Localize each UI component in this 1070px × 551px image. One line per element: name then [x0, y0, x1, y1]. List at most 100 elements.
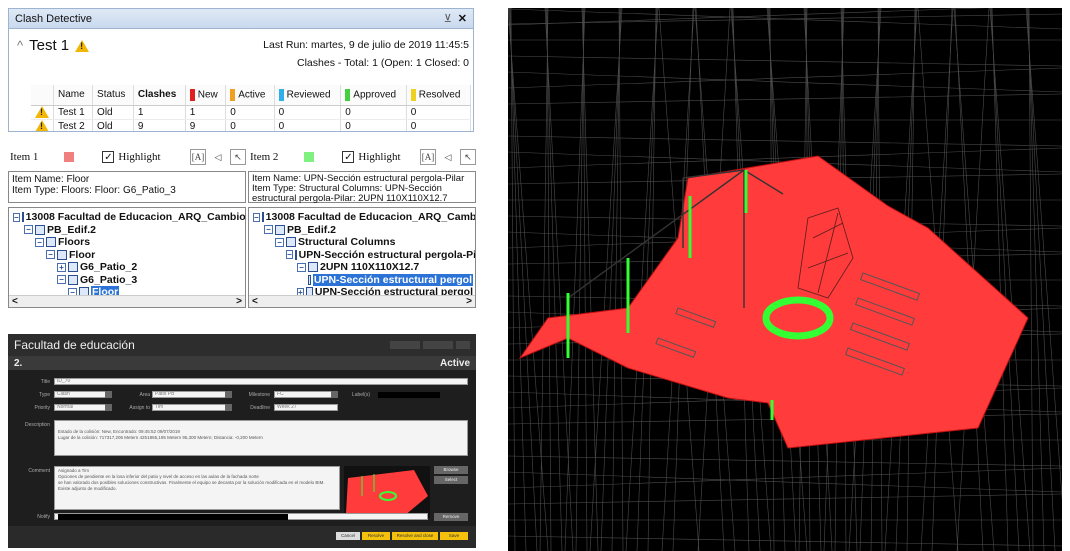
column-label: Clashes: [137, 89, 177, 101]
description-field[interactable]: Estado de la colisión: New, Encontrado: …: [54, 420, 468, 456]
cell-approved: 0: [340, 105, 407, 120]
back-icon[interactable]: ◁: [440, 149, 456, 165]
collapse-icon[interactable]: −: [253, 212, 260, 222]
model-render[interactable]: [508, 8, 1062, 551]
tree-folder-icon: [275, 224, 285, 235]
item1-label: Item 1: [10, 151, 39, 163]
item2-hscroll[interactable]: < >: [249, 295, 475, 307]
tree-node[interactable]: − PB_Edif.2: [251, 224, 473, 237]
save-button[interactable]: Save: [440, 532, 468, 540]
row-icon-cell: [31, 105, 54, 120]
expand-icon[interactable]: +: [57, 262, 66, 272]
tree-node[interactable]: −13008 Facultad de Educacion_ARQ_CambioS…: [11, 211, 246, 224]
checkbox-icon[interactable]: ✓: [342, 151, 355, 163]
tree-node-label: 2UPN 110X110X12.7: [320, 261, 420, 273]
table-row[interactable]: Test 2Old990000: [31, 119, 472, 131]
milestone-select[interactable]: FC: [274, 391, 338, 398]
collapse-icon[interactable]: ^: [17, 38, 23, 53]
chevron-down-icon[interactable]: [225, 404, 232, 411]
type-label: Type: [39, 392, 50, 398]
table-row[interactable]: Test 1Old110000: [31, 105, 472, 120]
3d-viewport[interactable]: [508, 8, 1062, 551]
labels-label: Label(s): [351, 392, 370, 398]
tree-node-label: UPN-Sección estructural pergola-Pila: [298, 248, 476, 261]
zoom-selection-icon[interactable]: [A]: [420, 149, 436, 165]
deadline-field[interactable]: Week 27: [274, 404, 338, 411]
warning-icon: [75, 39, 90, 52]
description-line: Lugar de la colisión: 717317,206 Metern …: [58, 435, 263, 440]
resolve-and-close-button[interactable]: Resolve and close: [392, 532, 438, 540]
tree-node[interactable]: + G6_Patio_2: [11, 261, 243, 274]
pointer-icon[interactable]: ↖: [230, 149, 246, 165]
scroll-right-icon[interactable]: >: [466, 296, 472, 307]
tree-folder-icon: [286, 237, 296, 248]
column-header-resolved[interactable]: Resolved: [406, 85, 472, 106]
scroll-left-icon[interactable]: <: [252, 296, 258, 307]
pin-icon[interactable]: ⊻: [444, 12, 452, 25]
tree-node[interactable]: − PB_Edif.2: [11, 224, 243, 237]
column-header-new[interactable]: New: [185, 85, 227, 106]
title-field[interactable]: ID_70: [54, 378, 468, 385]
column-header-reviewed[interactable]: Reviewed: [274, 85, 342, 106]
select-button[interactable]: Select: [434, 476, 468, 484]
column-header-clashes[interactable]: Clashes: [133, 85, 186, 106]
column-header-approved[interactable]: Approved: [340, 85, 407, 106]
last-run-label: Last Run: martes, 9 de julio de 2019 11:…: [263, 39, 469, 51]
chevron-down-icon[interactable]: [331, 391, 338, 398]
pointer-icon[interactable]: ↖: [460, 149, 476, 165]
cancel-button[interactable]: Cancel: [336, 532, 360, 540]
tree-node-label: 13008 Facultad de Educacion_ARQ_CambioSu…: [25, 211, 246, 223]
tree-node[interactable]: − Floors: [11, 236, 243, 249]
remove-button[interactable]: Remove: [434, 513, 468, 521]
checkbox-icon[interactable]: ✓: [102, 151, 115, 163]
column-header-status[interactable]: Status: [92, 85, 134, 106]
scroll-left-icon[interactable]: <: [12, 296, 18, 307]
back-icon[interactable]: ◁: [210, 149, 226, 165]
tree-node[interactable]: − G6_Patio_3: [11, 274, 243, 287]
collapse-icon[interactable]: −: [286, 250, 293, 260]
close-icon[interactable]: ✕: [458, 12, 467, 25]
collapse-icon[interactable]: −: [275, 237, 284, 247]
issue-tool-button[interactable]: [423, 341, 453, 349]
collapse-icon[interactable]: −: [57, 275, 66, 285]
chevron-down-icon[interactable]: [225, 391, 232, 398]
collapse-icon[interactable]: −: [297, 262, 306, 272]
tree-node[interactable]: −13008 Facultad de Educacion_ARQ_CambioS…: [251, 211, 476, 224]
tree-node[interactable]: − Floor: [11, 249, 243, 262]
collapse-icon[interactable]: −: [13, 212, 20, 222]
item1-hscroll[interactable]: < >: [9, 295, 245, 307]
tree-node[interactable]: UPN-Sección estructural pergol: [251, 273, 473, 286]
tree-node[interactable]: − Structural Columns: [251, 236, 473, 249]
collapse-icon[interactable]: −: [264, 225, 273, 235]
chevron-down-icon[interactable]: [105, 391, 112, 398]
item1-selection-tree[interactable]: −13008 Facultad de Educacion_ARQ_CambioS…: [8, 207, 246, 308]
cell-resolved: 0: [406, 105, 472, 120]
type-select[interactable]: Clash: [54, 391, 112, 398]
collapse-icon[interactable]: −: [46, 250, 55, 260]
attachment-thumbnail[interactable]: [344, 466, 430, 518]
chevron-down-icon[interactable]: [105, 404, 112, 411]
issue-tool-button[interactable]: [390, 341, 420, 349]
priority-select[interactable]: Normal: [54, 404, 112, 411]
browse-button[interactable]: Browse: [434, 466, 468, 474]
area-select[interactable]: Patio PB: [152, 391, 232, 398]
collapse-icon[interactable]: −: [24, 225, 33, 235]
tree-node[interactable]: − 2UPN 110X110X12.7: [251, 261, 473, 274]
wire-line: [581, 8, 599, 551]
column-header-active[interactable]: Active: [225, 85, 275, 106]
zoom-selection-icon[interactable]: [A]: [190, 149, 206, 165]
highlight-label: Highlight: [358, 151, 401, 163]
comment-field[interactable]: Asignado a Tim Opciones de pendiente en …: [54, 466, 340, 510]
resolve-button[interactable]: Resolve: [362, 532, 390, 540]
tree-node[interactable]: − UPN-Sección estructural pergola-Pila: [251, 248, 476, 262]
item2-selection-tree[interactable]: −13008 Facultad de Educacion_ARQ_CambioS…: [248, 207, 476, 308]
collapse-icon[interactable]: −: [35, 237, 44, 247]
tree-node-label: 13008 Facultad de Educacion_ARQ_CambioSu: [265, 211, 476, 223]
wire-line: [611, 8, 621, 551]
assign-select[interactable]: Tim: [152, 404, 232, 411]
scroll-right-icon[interactable]: >: [236, 296, 242, 307]
clash-tests-table: Name Status Clashes New Active Reviewed Approv…: [31, 85, 472, 131]
column-header-name[interactable]: Name: [53, 85, 94, 106]
test-title: Test 1: [29, 37, 70, 54]
issue-tool-button[interactable]: [456, 341, 470, 349]
